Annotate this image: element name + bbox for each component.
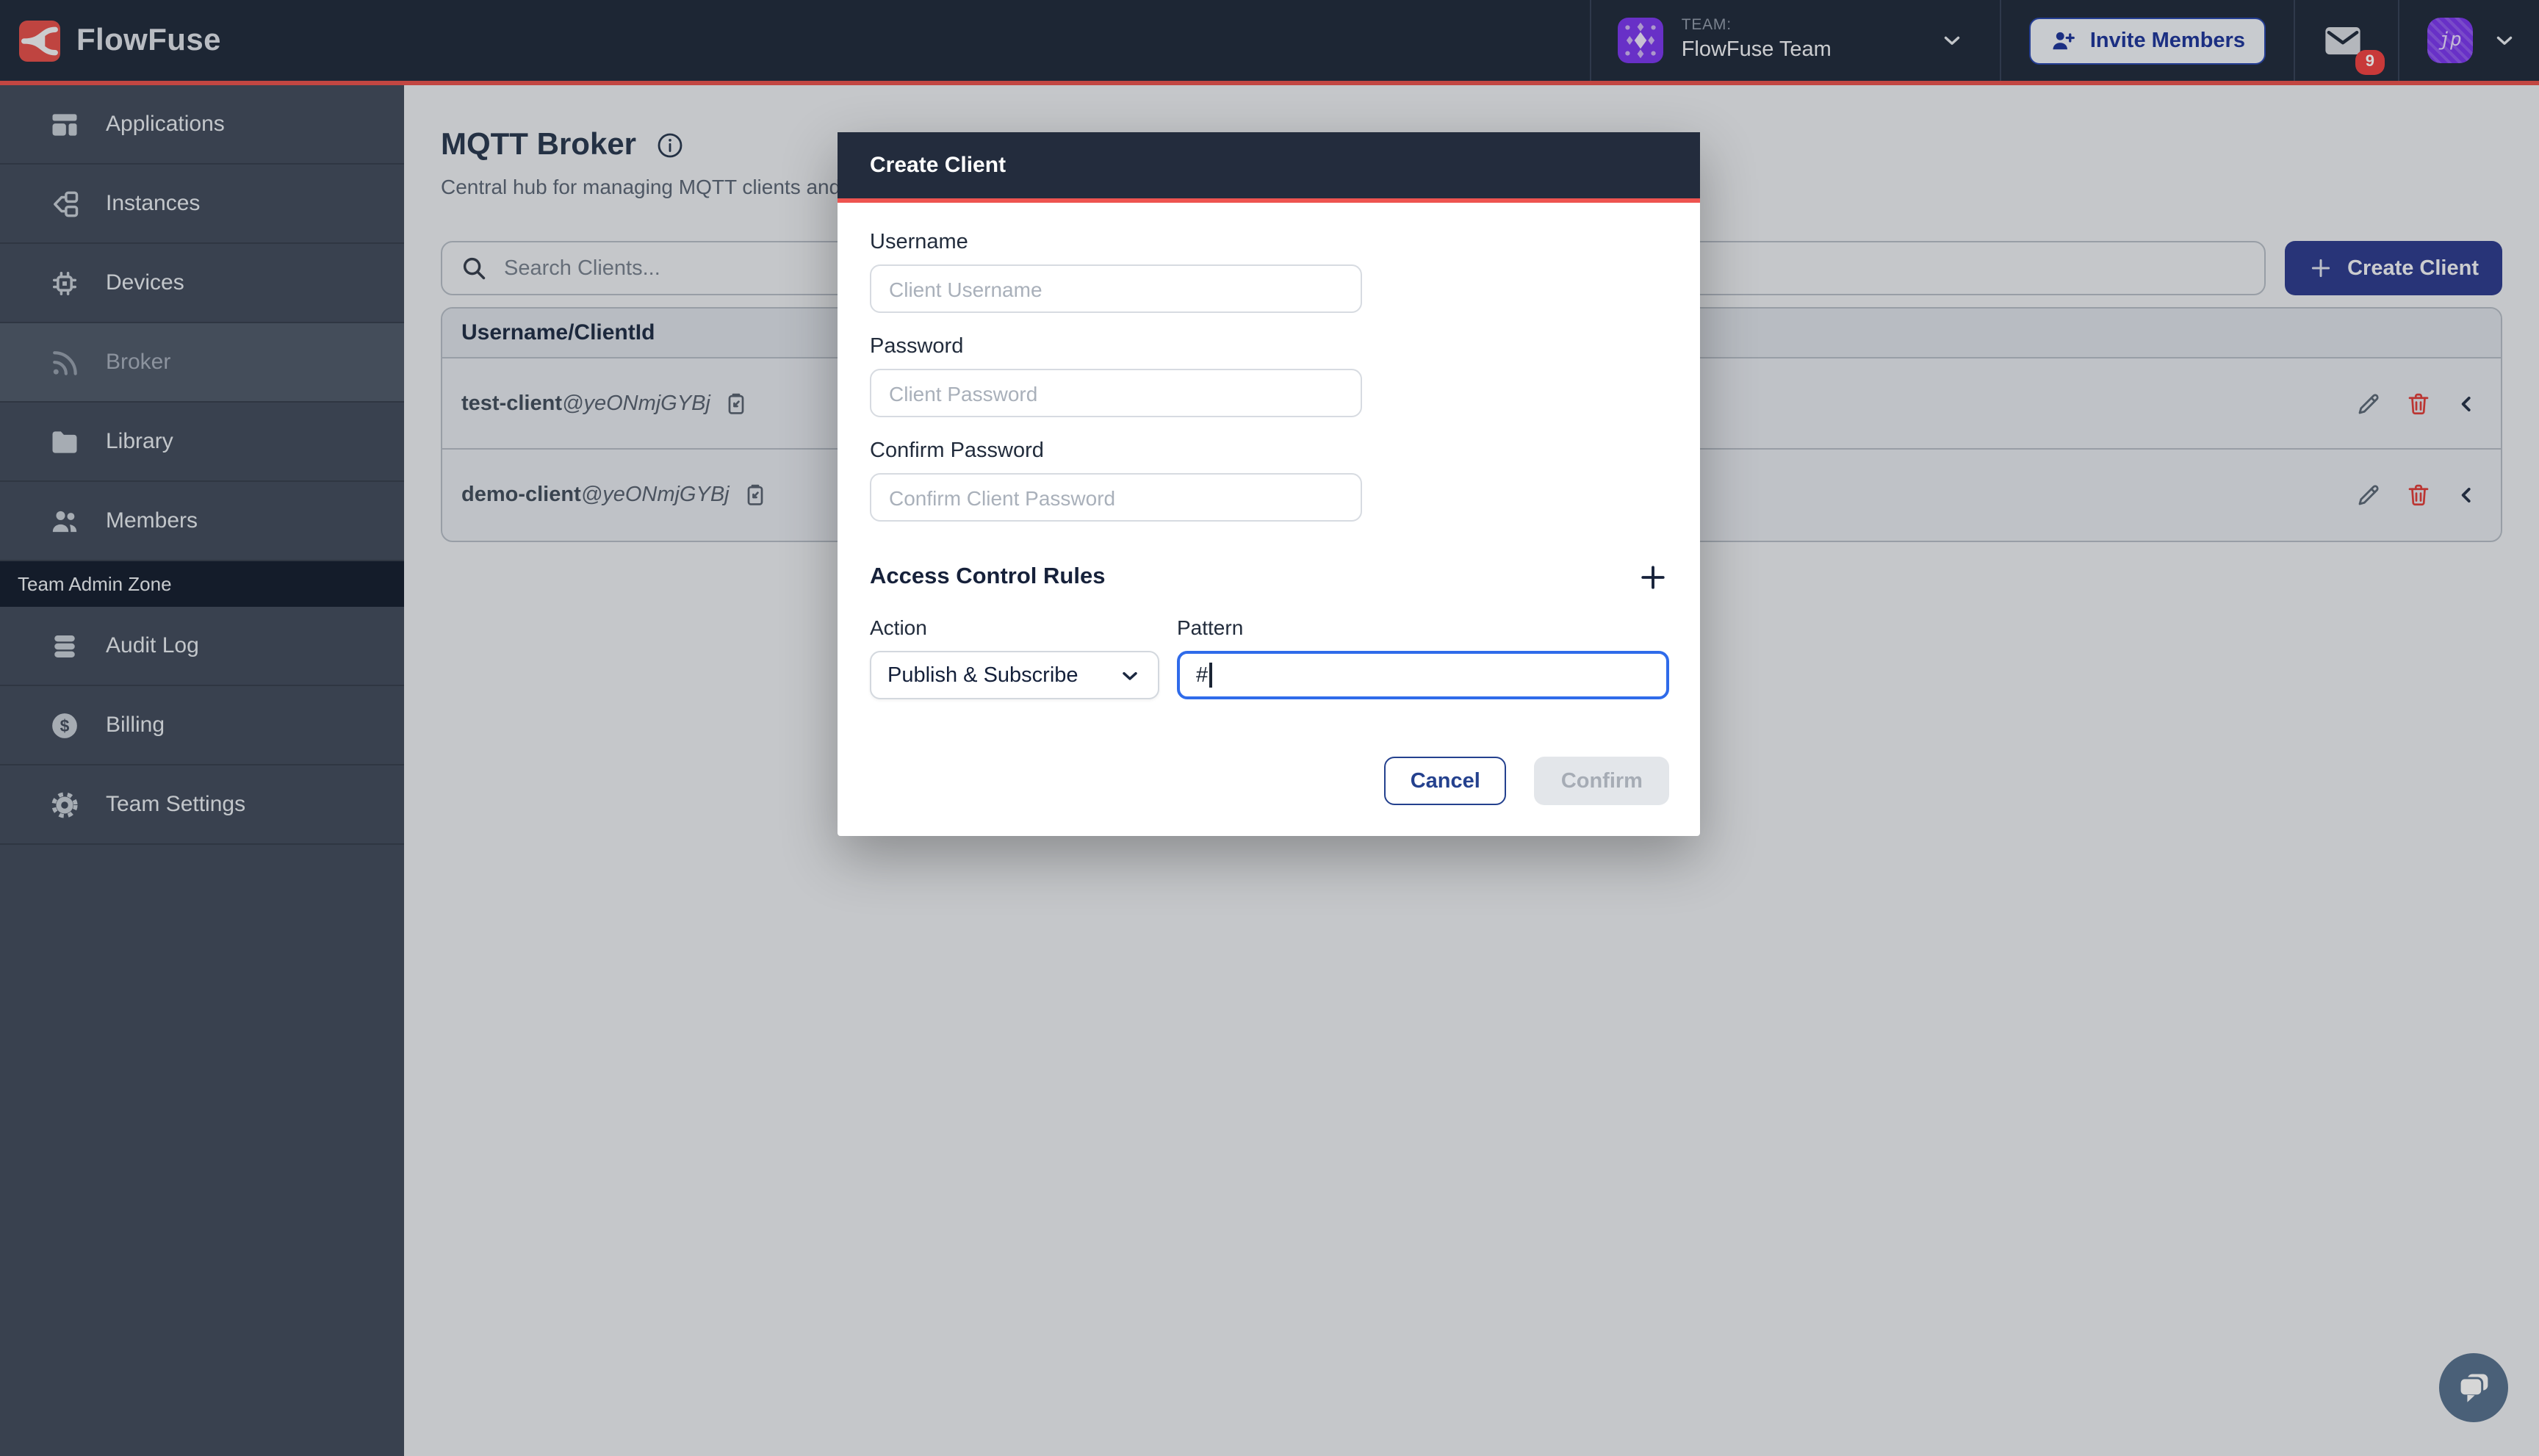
username-input[interactable] [870,264,1362,313]
create-client-modal: Create Client Username Password Confirm … [838,132,1700,836]
form-field: Password [870,335,1669,417]
modal-title: Create Client [870,153,1006,178]
action-label: Action [870,616,1159,639]
cancel-button[interactable]: Cancel [1384,757,1507,805]
form-field: Confirm Password [870,439,1669,522]
pattern-input-value: # [1196,663,1208,687]
chevron-down-icon [1118,663,1142,687]
pattern-label: Pattern [1177,616,1669,639]
flowfuse-app: FlowFuse TEAM: FlowFuse Team Invite Memb… [0,0,2539,1456]
action-select[interactable]: Publish & Subscribe [870,651,1159,699]
plus-icon [1637,561,1669,594]
password-input[interactable] [870,369,1362,417]
acl-heading: Access Control Rules [870,564,1105,591]
acl-header-row: Access Control Rules [870,561,1669,594]
confirm-button[interactable]: Confirm [1535,757,1669,805]
modal-body: Username Password Confirm Password Acces… [838,203,1700,836]
text-caret [1209,663,1211,688]
modal-header: Create Client [838,132,1700,203]
add-rule-button[interactable] [1637,561,1669,594]
acl-action-column: Action Publish & Subscribe [870,616,1159,699]
modal-actions: Cancel Confirm [870,757,1669,805]
acl-rule-row: Action Publish & Subscribe Pattern # [870,616,1669,699]
confirm-password-input[interactable] [870,473,1362,522]
form-field: Username [870,231,1669,313]
action-select-value: Publish & Subscribe [887,663,1078,687]
modal-fields: Username Password Confirm Password [870,231,1669,522]
acl-pattern-column: Pattern # [1177,616,1669,699]
pattern-input[interactable]: # [1177,651,1669,699]
